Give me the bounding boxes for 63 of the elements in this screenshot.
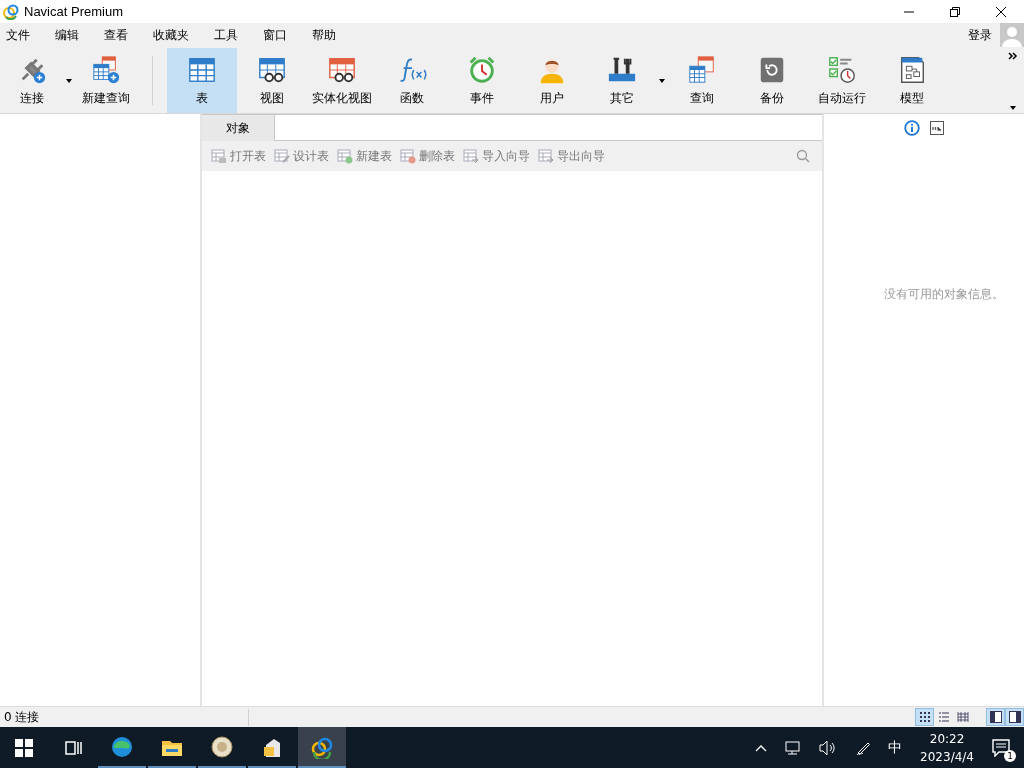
right-panel-icon (1008, 711, 1021, 723)
menu-item[interactable]: 文件 (0, 27, 37, 44)
app-logo-icon (3, 3, 19, 20)
toolbar-button[interactable]: 其它 (587, 48, 657, 113)
toolbar-button[interactable]: 事件 (447, 48, 517, 113)
toolbar-button[interactable]: 视图 (237, 48, 307, 113)
table-icon (211, 148, 227, 164)
query-icon (687, 54, 717, 85)
restore-icon (950, 6, 960, 17)
notification-badge: 1 (1004, 749, 1016, 762)
toolbar-button[interactable]: 新建查询 (74, 48, 138, 113)
table-icon (463, 148, 479, 164)
table-icon (274, 148, 290, 164)
table-icon (337, 148, 353, 164)
toolbar-button[interactable]: 自动运行 (807, 48, 877, 113)
menu-item[interactable]: 编辑 (48, 27, 86, 44)
clock[interactable]: 20:22 2023/4/4 (920, 729, 974, 766)
caret-icon[interactable] (1010, 106, 1016, 110)
list-icon (937, 711, 950, 723)
toolbar-button[interactable]: 模型 (877, 48, 947, 113)
connection-count: 0 连接 (0, 708, 249, 726)
chevron-up-icon[interactable] (755, 743, 768, 752)
input-method-indicator[interactable]: 中 (888, 738, 903, 757)
close-icon (996, 6, 1006, 17)
empty-info-message: 没有可用的对象信息。 (884, 285, 1004, 303)
info-icon[interactable] (904, 120, 920, 136)
caret-icon[interactable] (66, 78, 72, 83)
menu-item[interactable]: 工具 (207, 27, 245, 44)
disc-icon (210, 734, 234, 759)
table-icon (400, 148, 416, 164)
alarm-clock-icon (467, 54, 497, 85)
task-view-icon[interactable] (64, 738, 82, 757)
table-icon (538, 148, 554, 164)
view-mode-button[interactable] (915, 708, 934, 726)
menu-item[interactable]: 帮助 (305, 27, 343, 44)
toolbar-button[interactable]: 用户 (517, 48, 587, 113)
ddl-icon[interactable] (930, 121, 944, 135)
object-tab[interactable]: 对象 (202, 114, 274, 141)
left-panel-icon (989, 711, 1002, 723)
new-query-icon (91, 54, 121, 85)
speaker-icon[interactable] (819, 739, 838, 756)
panel-toggle-button[interactable] (1005, 708, 1024, 726)
window-title: Navicat Premium (24, 4, 123, 19)
menu-item[interactable]: 窗口 (256, 27, 294, 44)
checklist-clock-icon (827, 54, 857, 85)
caret-icon[interactable] (659, 78, 665, 83)
network-icon[interactable] (785, 739, 802, 756)
panel-toggle-button[interactable] (986, 708, 1005, 726)
login-link[interactable]: 登录 (968, 27, 992, 44)
toolbar-button[interactable]: 备份 (737, 48, 807, 113)
menu-item[interactable]: 收藏夹 (146, 27, 196, 44)
grid-icon (918, 711, 931, 723)
toolbar-button[interactable]: 实体化视图 (307, 48, 377, 113)
globe-icon (110, 734, 134, 759)
menu-item[interactable]: 查看 (97, 27, 135, 44)
overflow-chevron-icon[interactable] (1008, 52, 1018, 60)
table-grid-icon (956, 711, 969, 723)
notification-icon[interactable] (992, 738, 1010, 757)
toolbar-button[interactable]: 连接 (0, 48, 64, 113)
start-icon[interactable] (15, 738, 33, 757)
toolbar-button[interactable]: 函数 (377, 48, 447, 113)
toolbar-button[interactable]: 查询 (667, 48, 737, 113)
toolbar-button[interactable]: 表 (167, 48, 237, 113)
